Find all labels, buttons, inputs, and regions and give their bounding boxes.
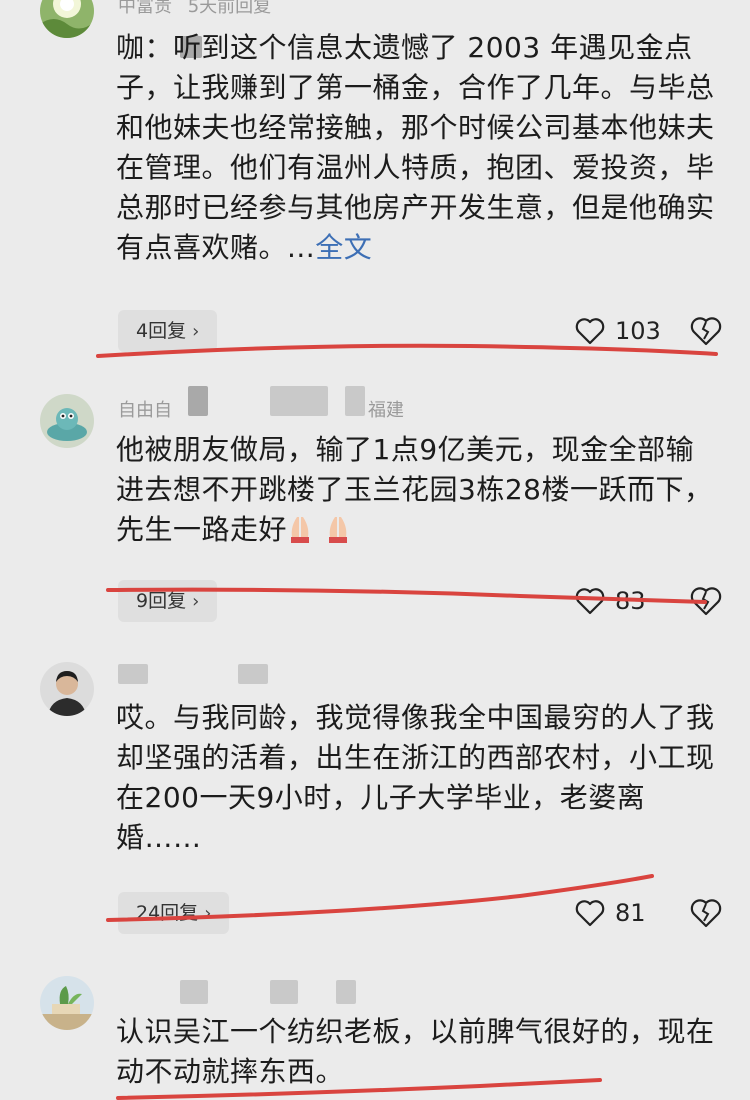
like-count: 81 <box>615 899 646 927</box>
chevron-right-icon: › <box>192 321 200 342</box>
location: 福建 <box>368 400 404 421</box>
like-count: 103 <box>615 317 661 345</box>
redaction-block <box>270 386 328 416</box>
comment-text: 他被朋友做局，输了1点9亿美元，现金全部输进去想不开跳楼了玉兰花园3栋28楼一跃… <box>116 430 716 554</box>
read-more-link[interactable]: 全文 <box>315 231 372 264</box>
dislike-button[interactable] <box>690 316 722 346</box>
redaction-block <box>188 386 208 416</box>
replies-button[interactable]: 9回复 › <box>118 580 218 622</box>
username[interactable]: 中富贵 5天前回复 <box>118 0 271 18</box>
comment-text: 哎。与我同龄，我觉得像我全中国最穷的人了我却坚强的活着，出生在浙江的西部农村，小… <box>116 701 715 854</box>
folded-hands-emoji <box>287 513 363 554</box>
broken-heart-icon <box>690 587 722 616</box>
broken-heart-icon <box>690 317 722 346</box>
redaction-block <box>336 980 356 1004</box>
redaction-block <box>238 664 268 684</box>
like-count: 83 <box>615 587 646 615</box>
dislike-button[interactable] <box>690 586 722 616</box>
heart-outline-icon <box>575 588 605 615</box>
redaction-block <box>180 980 208 1004</box>
broken-heart-icon <box>690 899 722 928</box>
avatar[interactable] <box>40 394 94 448</box>
replies-button[interactable]: 4回复 › <box>118 310 218 352</box>
comment-feed: 中富贵 5天前回复 咖：听到这个信息太遗憾了 2003 年遇见金点子，让我赚到了… <box>0 0 750 1100</box>
redaction-block <box>345 386 365 416</box>
like-button[interactable]: 103 <box>575 310 661 352</box>
comment-text: 咖：听到这个信息太遗憾了 2003 年遇见金点子，让我赚到了第一桶金，合作了几年… <box>116 31 715 264</box>
avatar[interactable] <box>40 662 94 716</box>
like-button[interactable]: 83 <box>575 580 646 622</box>
heart-outline-icon <box>575 318 605 345</box>
avatar[interactable] <box>40 0 94 38</box>
heart-outline-icon <box>575 900 605 927</box>
chevron-right-icon: › <box>192 591 200 612</box>
redaction-block <box>270 980 298 1004</box>
username[interactable]: 自由自 <box>118 396 172 422</box>
replies-button[interactable]: 24回复 › <box>118 892 230 934</box>
avatar[interactable] <box>40 976 94 1030</box>
like-button[interactable]: 81 <box>575 892 646 934</box>
redaction-block <box>118 664 148 684</box>
comment-text: 认识吴江一个纺织老板，以前脾气很好的，现在动不动就摔东西。 <box>116 1015 715 1088</box>
chevron-right-icon: › <box>204 903 212 924</box>
dislike-button[interactable] <box>690 898 722 928</box>
